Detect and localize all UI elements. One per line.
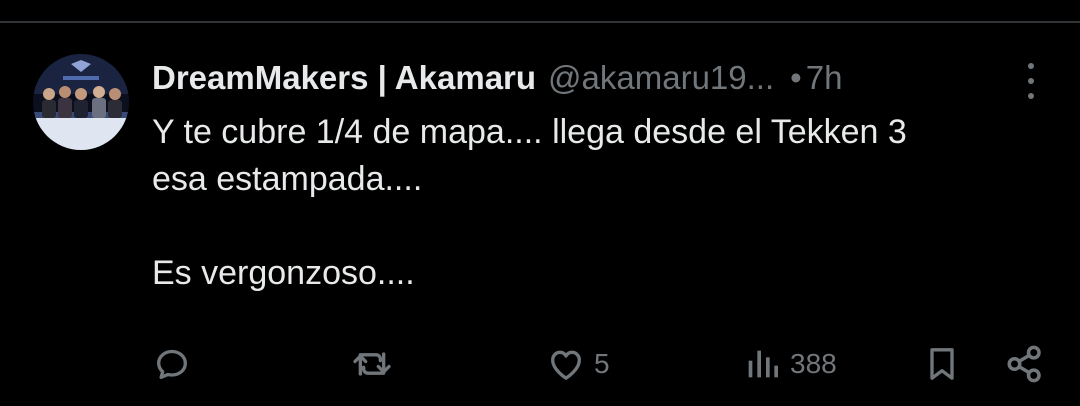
tweet-text-line	[152, 203, 1052, 250]
author-display-name[interactable]: DreamMakers | Akamaru	[152, 59, 536, 97]
more-dot-icon	[1028, 93, 1034, 99]
heart-icon	[551, 350, 581, 380]
author-handle[interactable]: @akamaru19...	[548, 59, 774, 97]
tweet[interactable]: DreamMakers | Akamaru @akamaru19... • 7h…	[0, 23, 1080, 406]
tweet-text-line: esa estampada....	[152, 160, 423, 198]
avatar[interactable]	[33, 54, 129, 150]
bookmark-button[interactable]	[922, 339, 962, 389]
tweet-text: Y te cubre 1/4 de mapa.... llega desde e…	[152, 109, 1052, 297]
group-photo-avatar-icon	[33, 54, 129, 150]
tweet-text-line: Es vergonzoso....	[152, 254, 415, 292]
timestamp[interactable]: 7h	[806, 59, 843, 97]
views-button[interactable]: 388	[742, 339, 837, 389]
views-bar-chart-icon	[748, 350, 778, 378]
reply-icon	[157, 349, 187, 379]
tweet-header: DreamMakers | Akamaru @akamaru19... • 7h	[152, 57, 842, 99]
like-count: 5	[594, 348, 610, 379]
retweet-icon	[353, 352, 391, 376]
separator-dot: •	[790, 59, 802, 96]
like-button[interactable]: 5	[546, 339, 610, 389]
share-button[interactable]	[1004, 339, 1046, 389]
tweet-text-line: Y te cubre 1/4 de mapa.... llega desde e…	[152, 113, 907, 151]
more-options-button[interactable]	[1016, 63, 1046, 99]
reply-button[interactable]	[152, 339, 192, 389]
more-dot-icon	[1028, 63, 1034, 69]
action-bar: 5 388	[0, 339, 1080, 389]
share-icon	[1007, 345, 1041, 383]
views-count: 388	[790, 348, 837, 379]
more-dot-icon	[1028, 78, 1034, 84]
retweet-button[interactable]	[350, 339, 394, 389]
bookmark-icon	[930, 348, 954, 380]
